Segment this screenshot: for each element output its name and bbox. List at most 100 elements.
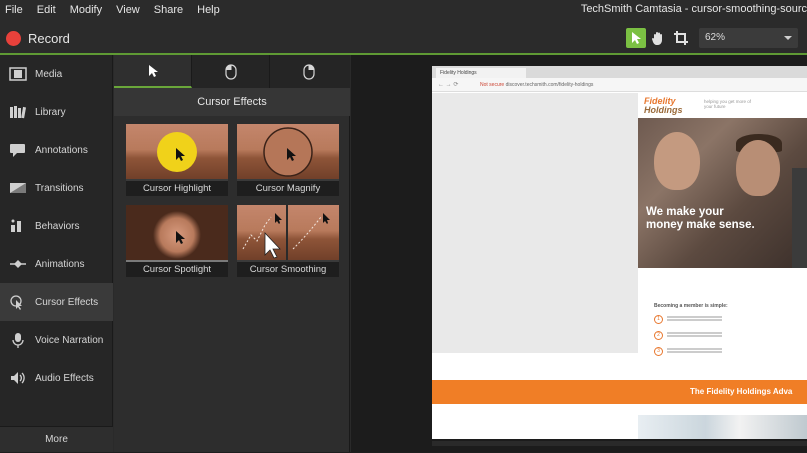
microphone-icon	[12, 333, 24, 348]
arrow-cursor-icon	[632, 32, 641, 44]
record-label: Record	[28, 30, 70, 46]
window-title: TechSmith Camtasia - cursor-smoothing-so…	[580, 3, 807, 15]
sidebar-item-library[interactable]: Library	[0, 93, 113, 131]
url: discover.techsmith.com/fidelity-holdings	[505, 82, 594, 88]
menu-file[interactable]: File	[0, 4, 30, 16]
sidebar-item-label: Voice Narration	[35, 334, 104, 346]
cursor-effects-subtabs	[114, 55, 350, 88]
browser-tab: Fidelity Holdings	[436, 68, 526, 78]
step-number: 3	[654, 347, 663, 356]
select-tool-button[interactable]	[626, 28, 646, 48]
effect-thumbnail	[237, 124, 339, 181]
menu-edit[interactable]: Edit	[30, 4, 63, 16]
pointer-icon	[148, 64, 158, 77]
zoom-select[interactable]: 62%	[699, 28, 798, 48]
sidebar-item-annotations[interactable]: Annotations	[0, 131, 113, 169]
step-number: 2	[654, 331, 663, 340]
hero-image: We make your money make sense.	[638, 118, 807, 268]
tab-left-click[interactable]	[192, 55, 270, 88]
step-number: 1	[654, 315, 663, 324]
canvas-preview[interactable]: Fidelity Holdings ← → ⟳ Not secure disco…	[432, 66, 807, 439]
chevron-down-icon	[784, 36, 792, 40]
banner-text: The Fidelity Holdings Adva	[690, 387, 793, 396]
sidebar-item-voice-narration[interactable]: Voice Narration	[0, 321, 113, 359]
left-click-icon	[224, 63, 237, 80]
hand-icon	[652, 32, 662, 45]
hero-headline: We make your money make sense.	[646, 206, 755, 232]
tab-right-click[interactable]	[270, 55, 348, 88]
film-icon	[9, 67, 27, 81]
sidebar-item-audio-effects[interactable]: Audio Effects	[0, 359, 113, 397]
cursor-effects-panel: Cursor Effects Cursor Highlight Cursor M…	[114, 55, 350, 452]
crop-tool-button[interactable]	[671, 28, 691, 48]
sidebar-item-behaviors[interactable]: Behaviors	[0, 207, 113, 245]
sidebar-item-label: Library	[35, 106, 66, 118]
camtasia-window: File Edit Modify View Share Help TechSmi…	[0, 0, 807, 452]
menu-help[interactable]: Help	[190, 4, 227, 16]
menu-bar: File Edit Modify View Share Help TechSmi…	[0, 0, 807, 20]
effect-label: Cursor Highlight	[126, 181, 228, 196]
sidebar-item-label: Cursor Effects	[35, 296, 99, 308]
page-background	[432, 93, 638, 353]
menu-share[interactable]: Share	[147, 4, 190, 16]
sidebar-item-media[interactable]: Media	[0, 55, 113, 93]
effect-thumbnail	[237, 205, 339, 262]
effect-cursor-smoothing[interactable]: Cursor Smoothing	[237, 205, 339, 277]
sidebar-item-label: Animations	[35, 258, 85, 270]
site-tagline: helping you get more of your future	[704, 99, 752, 109]
effect-cursor-magnify[interactable]: Cursor Magnify	[237, 124, 339, 196]
effect-label: Cursor Smoothing	[237, 262, 339, 277]
person-photo	[736, 140, 780, 196]
animation-icon	[10, 260, 26, 268]
bottom-photos	[638, 415, 807, 439]
step-item: 3	[654, 347, 724, 357]
promo-banner: The Fidelity Holdings Adva	[432, 380, 807, 404]
site-logo: Fidelity Holdings	[644, 97, 683, 115]
url-security: Not secure	[480, 82, 505, 88]
transition-icon	[10, 183, 26, 193]
callout-icon	[10, 144, 25, 157]
sidebar-item-label: Media	[35, 68, 63, 80]
nav-arrows-icon: ← → ⟳	[438, 82, 459, 88]
speaker-icon	[11, 372, 25, 384]
toolbar: Record 62%	[0, 20, 807, 54]
step-text	[667, 332, 722, 334]
step-item: 1	[654, 315, 724, 325]
browser-tab-bar: Fidelity Holdings	[432, 66, 807, 78]
hero-line-1: We make your	[646, 206, 724, 218]
logo-line-2: Holdings	[644, 105, 683, 115]
books-icon	[10, 106, 27, 119]
menu-view[interactable]: View	[109, 4, 147, 16]
effect-label: Cursor Magnify	[237, 181, 339, 196]
effect-cursor-spotlight[interactable]: Cursor Spotlight	[126, 205, 228, 277]
sidebar-item-cursor-effects[interactable]: Cursor Effects	[0, 283, 113, 321]
effect-cursor-highlight[interactable]: Cursor Highlight	[126, 124, 228, 196]
sidebar-item-label: Transitions	[35, 182, 84, 194]
effect-thumbnail	[126, 124, 228, 181]
effect-label: Cursor Spotlight	[126, 262, 228, 277]
sidebar-item-label: Audio Effects	[35, 372, 94, 384]
step-text	[667, 316, 722, 318]
hero-line-2: money make sense.	[646, 219, 755, 231]
effect-thumbnail	[126, 205, 228, 262]
tab-cursor[interactable]	[114, 55, 192, 88]
canvas-scrollbar[interactable]	[432, 441, 807, 446]
sidebar-item-animations[interactable]: Animations	[0, 245, 113, 283]
sidebar-item-label: Behaviors	[35, 220, 80, 232]
cursor-icon	[10, 295, 22, 310]
crop-icon	[674, 31, 688, 45]
pan-tool-button[interactable]	[648, 28, 668, 48]
url-text: Not secure discover.techsmith.com/fideli…	[480, 82, 593, 88]
record-icon	[6, 30, 21, 46]
panel-title: Cursor Effects	[114, 88, 350, 116]
sidebar-item-transitions[interactable]: Transitions	[0, 169, 113, 207]
menu-modify[interactable]: Modify	[63, 4, 109, 16]
zoom-value: 62%	[705, 32, 726, 43]
right-click-icon	[303, 63, 315, 80]
behavior-icon	[11, 219, 21, 232]
sidebar-item-label: Annotations	[35, 144, 88, 156]
step-text	[667, 348, 722, 350]
more-button[interactable]: More	[0, 426, 113, 452]
record-button[interactable]: Record	[6, 29, 70, 47]
person-photo	[654, 132, 700, 190]
